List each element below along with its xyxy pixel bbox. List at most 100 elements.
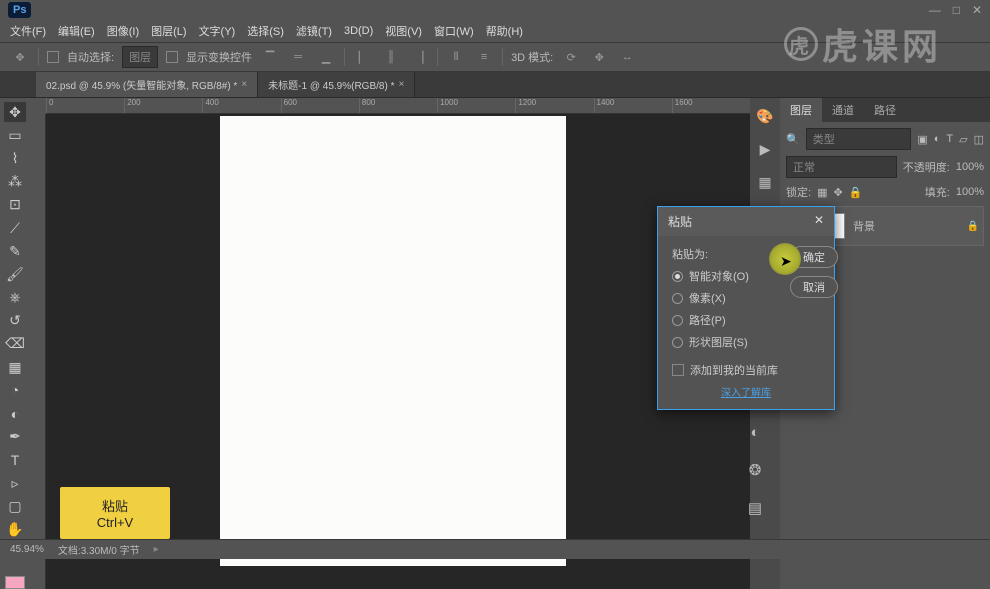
align-hcenter-icon[interactable]: ║ bbox=[381, 47, 401, 67]
menu-edit[interactable]: 编辑(E) bbox=[58, 23, 95, 39]
layers-tab[interactable]: 图层 bbox=[780, 98, 822, 122]
menu-image[interactable]: 图像(I) bbox=[107, 23, 139, 39]
marquee-tool[interactable]: ▭ bbox=[4, 125, 26, 145]
color-panel-icon[interactable]: 🎨 bbox=[756, 108, 773, 125]
document-tab-1[interactable]: 02.psd @ 45.9% (矢量智能对象, RGB/8#) * × bbox=[36, 72, 258, 97]
minimize-button[interactable]: — bbox=[929, 3, 941, 17]
align-vcenter-icon[interactable]: ═ bbox=[288, 47, 308, 67]
path-select-tool[interactable]: ▹ bbox=[4, 473, 26, 493]
blur-tool[interactable]: ◔ bbox=[4, 380, 26, 400]
dodge-tool[interactable]: ◐ bbox=[4, 403, 26, 423]
radio-label: 像素(X) bbox=[689, 290, 726, 306]
move-tool-icon[interactable]: ✥ bbox=[10, 47, 30, 67]
layer-name[interactable]: 背景 bbox=[853, 218, 875, 234]
tab-label: 02.psd @ 45.9% (矢量智能对象, RGB/8#) * bbox=[46, 77, 237, 92]
align-bottom-icon[interactable]: ▁ bbox=[316, 47, 336, 67]
app-logo: Ps bbox=[8, 2, 31, 18]
menu-filter[interactable]: 滤镜(T) bbox=[296, 23, 332, 39]
play-icon[interactable]: ▶ bbox=[760, 141, 771, 158]
cancel-button[interactable]: 取消 bbox=[790, 276, 838, 298]
menu-view[interactable]: 视图(V) bbox=[385, 23, 422, 39]
eraser-tool[interactable]: ⌫ bbox=[4, 334, 26, 354]
filter-image-icon[interactable]: ▣ bbox=[917, 133, 927, 146]
rectangle-tool[interactable]: ▢ bbox=[4, 496, 26, 516]
menu-help[interactable]: 帮助(H) bbox=[486, 23, 523, 39]
lasso-tool[interactable]: ⌇ bbox=[4, 148, 26, 168]
pen-tool[interactable]: ✒ bbox=[4, 427, 26, 447]
align-top-icon[interactable]: ▔ bbox=[260, 47, 280, 67]
menu-window[interactable]: 窗口(W) bbox=[434, 23, 474, 39]
filter-adjust-icon[interactable]: ◐ bbox=[934, 133, 941, 145]
hand-tool[interactable]: ✋ bbox=[4, 519, 26, 539]
magic-wand-tool[interactable]: ⁂ bbox=[4, 172, 26, 192]
dialog-close-icon[interactable]: ✕ bbox=[814, 213, 824, 230]
blend-mode-dropdown[interactable]: 正常 bbox=[786, 156, 897, 178]
shortcut-tooltip: 粘贴 Ctrl+V bbox=[60, 487, 170, 539]
swatches-icon[interactable]: ▦ bbox=[758, 174, 771, 191]
status-bar: 45.94% 文档:3.30M/0 字节 ▸ bbox=[0, 539, 990, 559]
horizontal-ruler: 0 200 400 600 800 1000 1200 1400 1600 bbox=[46, 98, 750, 114]
channels-tab[interactable]: 通道 bbox=[822, 98, 864, 122]
tab-label: 未标题-1 @ 45.9%(RGB/8) * bbox=[268, 77, 394, 92]
libraries-panel-icon[interactable]: ▤ bbox=[748, 499, 762, 517]
lock-all-icon[interactable]: 🔒 bbox=[849, 186, 863, 199]
adjustments-panel-icon[interactable]: ◐ bbox=[750, 424, 759, 441]
layer-filter-dropdown[interactable]: 类型 bbox=[806, 128, 912, 150]
opacity-value[interactable]: 100% bbox=[956, 161, 984, 173]
move-tool[interactable]: ✥ bbox=[4, 102, 26, 122]
maximize-button[interactable]: □ bbox=[953, 3, 960, 17]
type-tool[interactable]: T bbox=[4, 450, 26, 470]
opacity-label: 不透明度: bbox=[903, 159, 950, 175]
learn-more-link[interactable]: 深入了解库 bbox=[672, 384, 820, 399]
align-left-icon[interactable]: ▏ bbox=[353, 47, 373, 67]
watermark-icon: 虎 bbox=[784, 27, 818, 61]
foreground-color[interactable] bbox=[5, 576, 25, 589]
distribute-v-icon[interactable]: ≡ bbox=[474, 47, 494, 67]
document-tab-2[interactable]: 未标题-1 @ 45.9%(RGB/8) * × bbox=[258, 72, 415, 97]
styles-panel-icon[interactable]: ❂ bbox=[749, 461, 762, 479]
canvas-page[interactable] bbox=[220, 116, 566, 566]
close-tab-icon[interactable]: × bbox=[398, 79, 404, 90]
paths-tab[interactable]: 路径 bbox=[864, 98, 906, 122]
menu-type[interactable]: 文字(Y) bbox=[199, 23, 236, 39]
3d-slide-icon[interactable]: ↔ bbox=[617, 47, 637, 67]
close-tab-icon[interactable]: × bbox=[241, 79, 247, 90]
spot-heal-tool[interactable]: ✎ bbox=[4, 241, 26, 261]
menu-file[interactable]: 文件(F) bbox=[10, 23, 46, 39]
radio-pixels[interactable] bbox=[672, 293, 683, 304]
zoom-level[interactable]: 45.94% bbox=[10, 544, 44, 555]
3d-pan-icon[interactable]: ✥ bbox=[589, 47, 609, 67]
radio-shape-layer[interactable] bbox=[672, 337, 683, 348]
radio-smart-object[interactable] bbox=[672, 271, 683, 282]
filter-type-icon[interactable]: T bbox=[946, 133, 953, 145]
align-right-icon[interactable]: ▕ bbox=[409, 47, 429, 67]
menu-3d[interactable]: 3D(D) bbox=[344, 25, 373, 37]
filter-smart-icon[interactable]: ◫ bbox=[974, 133, 984, 146]
eyedropper-tool[interactable]: ⟋ bbox=[4, 218, 26, 238]
lock-pixels-icon[interactable]: ▦ bbox=[817, 186, 827, 199]
fill-value[interactable]: 100% bbox=[956, 186, 984, 198]
lock-icon: 🔒 bbox=[967, 221, 979, 232]
watermark-text: 虎课网 bbox=[822, 18, 942, 70]
add-to-library-checkbox[interactable] bbox=[672, 364, 684, 376]
auto-select-dropdown[interactable]: 图层 bbox=[122, 46, 158, 68]
menu-layer[interactable]: 图层(L) bbox=[151, 23, 186, 39]
distribute-h-icon[interactable]: ⫴ bbox=[446, 47, 466, 67]
show-transform-label: 显示变换控件 bbox=[186, 49, 252, 65]
lock-position-icon[interactable]: ✥ bbox=[833, 186, 842, 199]
watermark: 虎 虎课网 bbox=[784, 18, 942, 70]
filter-shape-icon[interactable]: ▱ bbox=[959, 133, 967, 146]
paste-dialog: 粘贴 ✕ 粘贴为: 确定 取消 智能对象(O) 像素(X) 路径(P) 形状图层… bbox=[657, 206, 835, 410]
show-transform-checkbox[interactable] bbox=[166, 51, 178, 63]
close-window-button[interactable]: ✕ bbox=[972, 3, 982, 17]
crop-tool[interactable]: ⊡ bbox=[4, 195, 26, 215]
menu-select[interactable]: 选择(S) bbox=[247, 23, 284, 39]
clone-stamp-tool[interactable]: ⎈ bbox=[4, 288, 26, 308]
radio-path[interactable] bbox=[672, 315, 683, 326]
history-brush-tool[interactable]: ↺ bbox=[4, 311, 26, 331]
auto-select-checkbox[interactable] bbox=[47, 51, 59, 63]
gradient-tool[interactable]: ▦ bbox=[4, 357, 26, 377]
brush-tool[interactable]: 🖌 bbox=[4, 264, 26, 284]
doc-info[interactable]: 文档:3.30M/0 字节 bbox=[58, 542, 140, 557]
3d-orbit-icon[interactable]: ⟳ bbox=[561, 47, 581, 67]
